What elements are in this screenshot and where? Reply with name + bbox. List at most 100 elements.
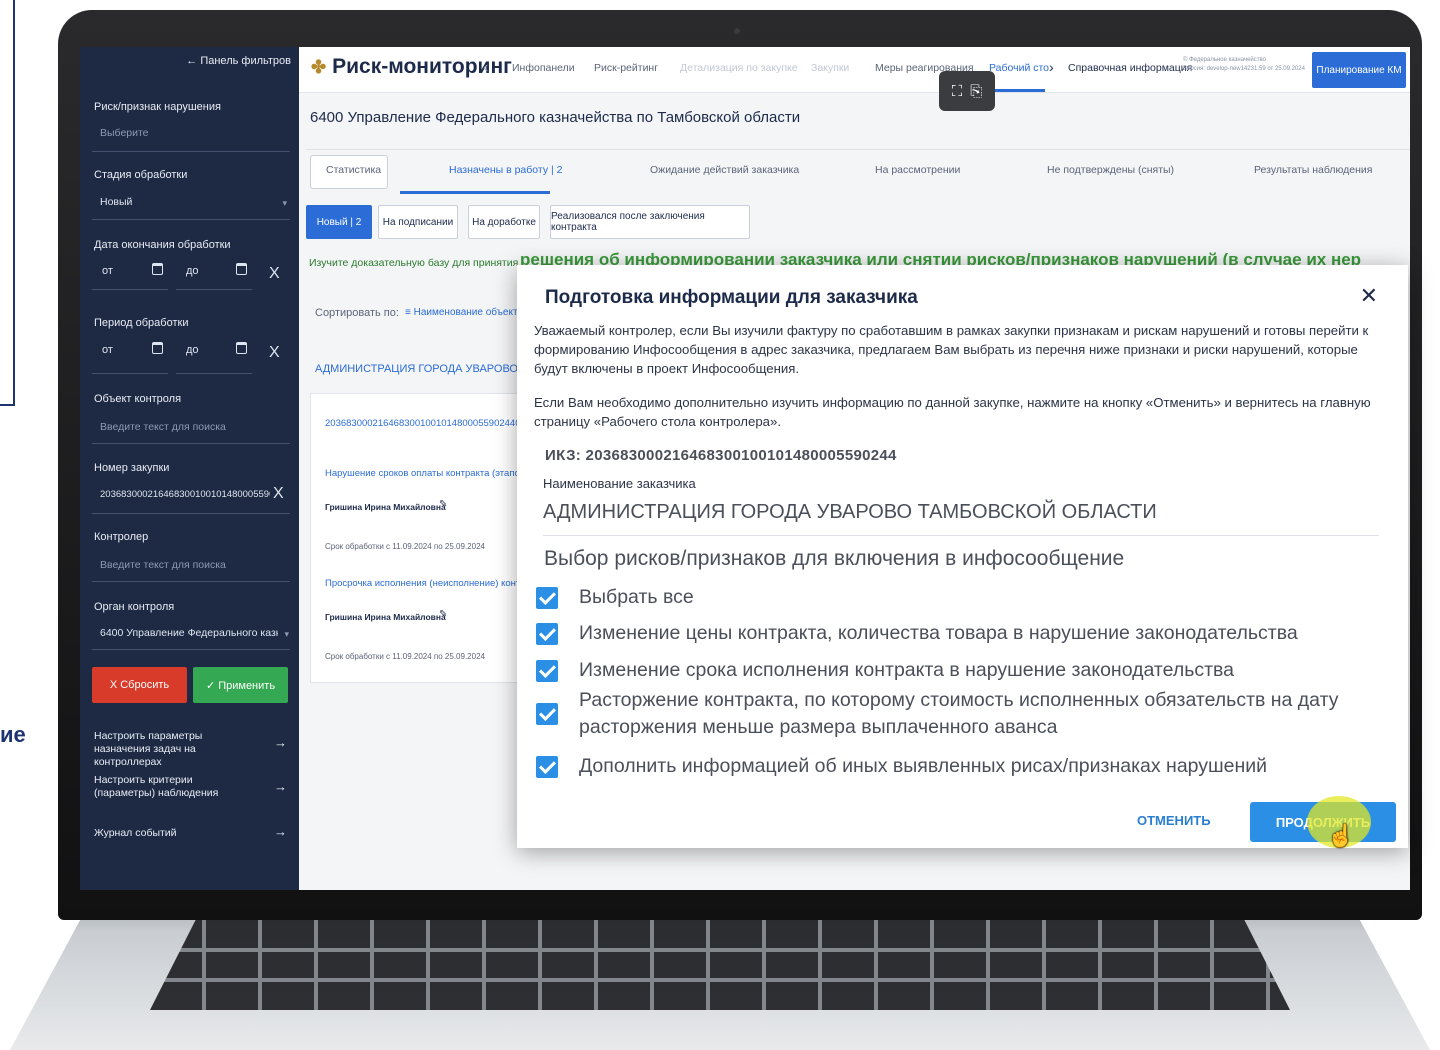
divider <box>92 443 290 444</box>
chip-rework[interactable]: На доработке <box>468 205 540 239</box>
end-date-to[interactable]: до <box>186 265 199 277</box>
arrow-right-icon[interactable]: → <box>274 824 287 839</box>
processing-dates: Срок обработки с 11.09.2024 по 25.09.202… <box>325 542 485 551</box>
arrow-right-icon[interactable]: → <box>274 735 287 750</box>
tab-not-confirmed[interactable]: Не подтверждены (сняты) <box>1047 164 1174 176</box>
risk-filter-select[interactable]: Выберите <box>100 127 149 139</box>
clear-period-icon[interactable]: X <box>269 344 280 362</box>
checkbox-checked-icon[interactable] <box>536 586 558 609</box>
event-log-link[interactable]: Журнал событий <box>94 827 254 840</box>
hand-cursor-icon: ☝ <box>1327 823 1355 848</box>
end-date-from[interactable]: от <box>102 265 113 277</box>
calendar-icon[interactable] <box>152 263 163 275</box>
checkbox-label: Изменение срока исполнения контракта в н… <box>579 659 1235 681</box>
nav-purchases[interactable]: Закупки <box>811 62 849 74</box>
risk-item-link[interactable]: Нарушение сроков оплаты контракта (этапо… <box>325 468 528 479</box>
clear-purchase-icon[interactable]: X <box>273 485 284 503</box>
period-from[interactable]: от <box>102 344 113 356</box>
purchase-card: 2036830002164683001001014800055902440 На… <box>310 393 530 683</box>
edit-pencil-icon[interactable]: ✎ <box>439 609 447 620</box>
checkbox-term-change[interactable]: Изменение срока исполнения контракта в н… <box>536 657 1376 684</box>
brand[interactable]: ✤ Риск-мониторинг <box>311 55 512 79</box>
chevron-right-icon[interactable]: › <box>1049 59 1054 75</box>
active-tab-indicator <box>400 191 550 194</box>
tab-statistics[interactable]: Статистика <box>326 164 381 176</box>
checkbox-termination[interactable]: Расторжение контракта, по которому стоим… <box>536 687 1376 741</box>
assign-settings-link[interactable]: Настроить параметры назначения задач на … <box>94 730 254 769</box>
customer-group-title[interactable]: АДМИНИСТРАЦИЯ ГОРОДА УВАРОВО ТАМ <box>315 363 544 375</box>
purchase-number-link[interactable]: 2036830002164683001001014800055902440 <box>325 418 521 429</box>
checkbox-label: Дополнить информацией об иных выявленных… <box>579 755 1268 777</box>
notice-text: Изучите доказательную базу для принятия <box>309 257 519 269</box>
purchase-label: Номер закупки <box>94 462 170 474</box>
eagle-emblem-icon: ✤ <box>311 56 327 77</box>
nav-risk-rating[interactable]: Риск-рейтинг <box>594 62 658 74</box>
controller-search-input[interactable]: Введите текст для поиска <box>100 559 226 571</box>
assignee-name: Гришина Ирина Михайловна <box>325 612 446 622</box>
chevron-left-icon[interactable]: ‹ <box>483 59 488 77</box>
risk-item-link[interactable]: Просрочка исполнения (неисполнение) конт… <box>325 578 526 589</box>
criteria-settings-link[interactable]: Настроить критерии (параметры) наблюдени… <box>94 774 254 800</box>
treasury-copyright: © Федеральное казначейство <box>1183 57 1266 63</box>
tab-assigned[interactable]: Назначены в работу | 2 <box>449 164 562 176</box>
period-to[interactable]: до <box>186 344 199 356</box>
laptop-keyboard <box>150 920 1290 1010</box>
clear-end-date-icon[interactable]: X <box>269 265 280 283</box>
checkbox-price-change[interactable]: Изменение цены контракта, количества тов… <box>536 620 1376 647</box>
tab-awaiting-customer[interactable]: Ожидание действий заказчика <box>650 164 799 176</box>
divider <box>176 373 252 374</box>
edit-pencil-icon[interactable]: ✎ <box>439 499 447 510</box>
close-icon[interactable]: ✕ <box>1360 283 1378 309</box>
checkbox-other-risks[interactable]: Дополнить информацией об иных выявленных… <box>536 753 1376 780</box>
chevron-down-icon[interactable]: ▾ <box>282 198 287 209</box>
chevron-down-icon[interactable]: ▾ <box>284 629 289 640</box>
period-label: Период обработки <box>94 317 189 329</box>
organ-select[interactable]: 6400 Управление Федерального казначей <box>100 627 278 639</box>
divider <box>92 649 290 650</box>
checkbox-label: Расторжение контракта, по которому стоим… <box>579 689 1339 738</box>
tab-observation-results[interactable]: Результаты наблюдения <box>1254 164 1372 176</box>
chip-new[interactable]: Новый | 2 <box>306 205 372 239</box>
object-search-input[interactable]: Введите текст для поиска <box>100 421 226 433</box>
nav-infopanels[interactable]: Инфопанели <box>512 62 575 74</box>
version-string: Версия: develop-new14231.59 от 25.09.202… <box>1183 66 1305 72</box>
checkbox-checked-icon[interactable] <box>536 659 558 682</box>
object-label: Объект контроля <box>94 393 182 405</box>
sort-select[interactable]: ≡ Наименование объекта <box>405 307 523 318</box>
reset-filters-button[interactable]: X Сбросить <box>92 667 187 703</box>
checkbox-select-all[interactable]: Выбрать все <box>536 584 1376 611</box>
tab-under-review[interactable]: На рассмотрении <box>875 164 960 176</box>
apply-filters-button[interactable]: ✓ Применить <box>193 667 288 703</box>
nav-workspace[interactable]: Рабочий сто <box>989 62 1049 74</box>
modal-title: Подготовка информации для заказчика <box>545 287 918 308</box>
modal-intro-text: Уважаемый контролер, если Вы изучили фак… <box>534 323 1369 376</box>
divider <box>543 535 1379 536</box>
slide-frame-decoration <box>0 0 15 406</box>
top-navigation: ✤ Риск-мониторинг ‹ Инфопанели Риск-рейт… <box>299 47 1410 111</box>
calendar-icon[interactable] <box>152 342 163 354</box>
filter-panel-toggle[interactable]: ← Панель фильтров <box>186 55 291 67</box>
chip-realized[interactable]: Реализовался после заключения контракта <box>550 205 750 239</box>
stage-filter-label: Стадия обработки <box>94 169 188 181</box>
screen-record-icon[interactable]: ⛶ ⎘ <box>939 71 995 111</box>
checkbox-checked-icon[interactable] <box>536 755 558 778</box>
nav-purchase-detail[interactable]: Детализация по закупке <box>680 62 798 74</box>
checkbox-checked-icon[interactable] <box>536 703 558 725</box>
ikz-value: ИКЗ: 20368300021646830010010148000559024… <box>545 447 897 464</box>
arrow-right-icon[interactable]: → <box>274 779 287 794</box>
purchase-number-input[interactable]: 20368300021646830010010148000559024 <box>100 489 270 500</box>
checkbox-checked-icon[interactable] <box>536 622 558 645</box>
divider <box>92 581 290 582</box>
checkbox-label: Выбрать все <box>579 586 694 608</box>
calendar-icon[interactable] <box>236 342 247 354</box>
planning-km-button[interactable]: Планирование КМ <box>1312 52 1406 88</box>
customer-name-label: Наименование заказчика <box>543 476 696 491</box>
divider <box>92 513 290 514</box>
controller-label: Контролер <box>94 531 149 543</box>
chip-signing[interactable]: На подписании <box>378 205 458 239</box>
cancel-button[interactable]: ОТМЕНИТЬ <box>1137 813 1211 828</box>
nav-reference[interactable]: Справочная информация <box>1068 62 1192 74</box>
stage-filter-select[interactable]: Новый <box>100 196 132 208</box>
calendar-icon[interactable] <box>236 263 247 275</box>
end-date-label: Дата окончания обработки <box>94 239 231 251</box>
